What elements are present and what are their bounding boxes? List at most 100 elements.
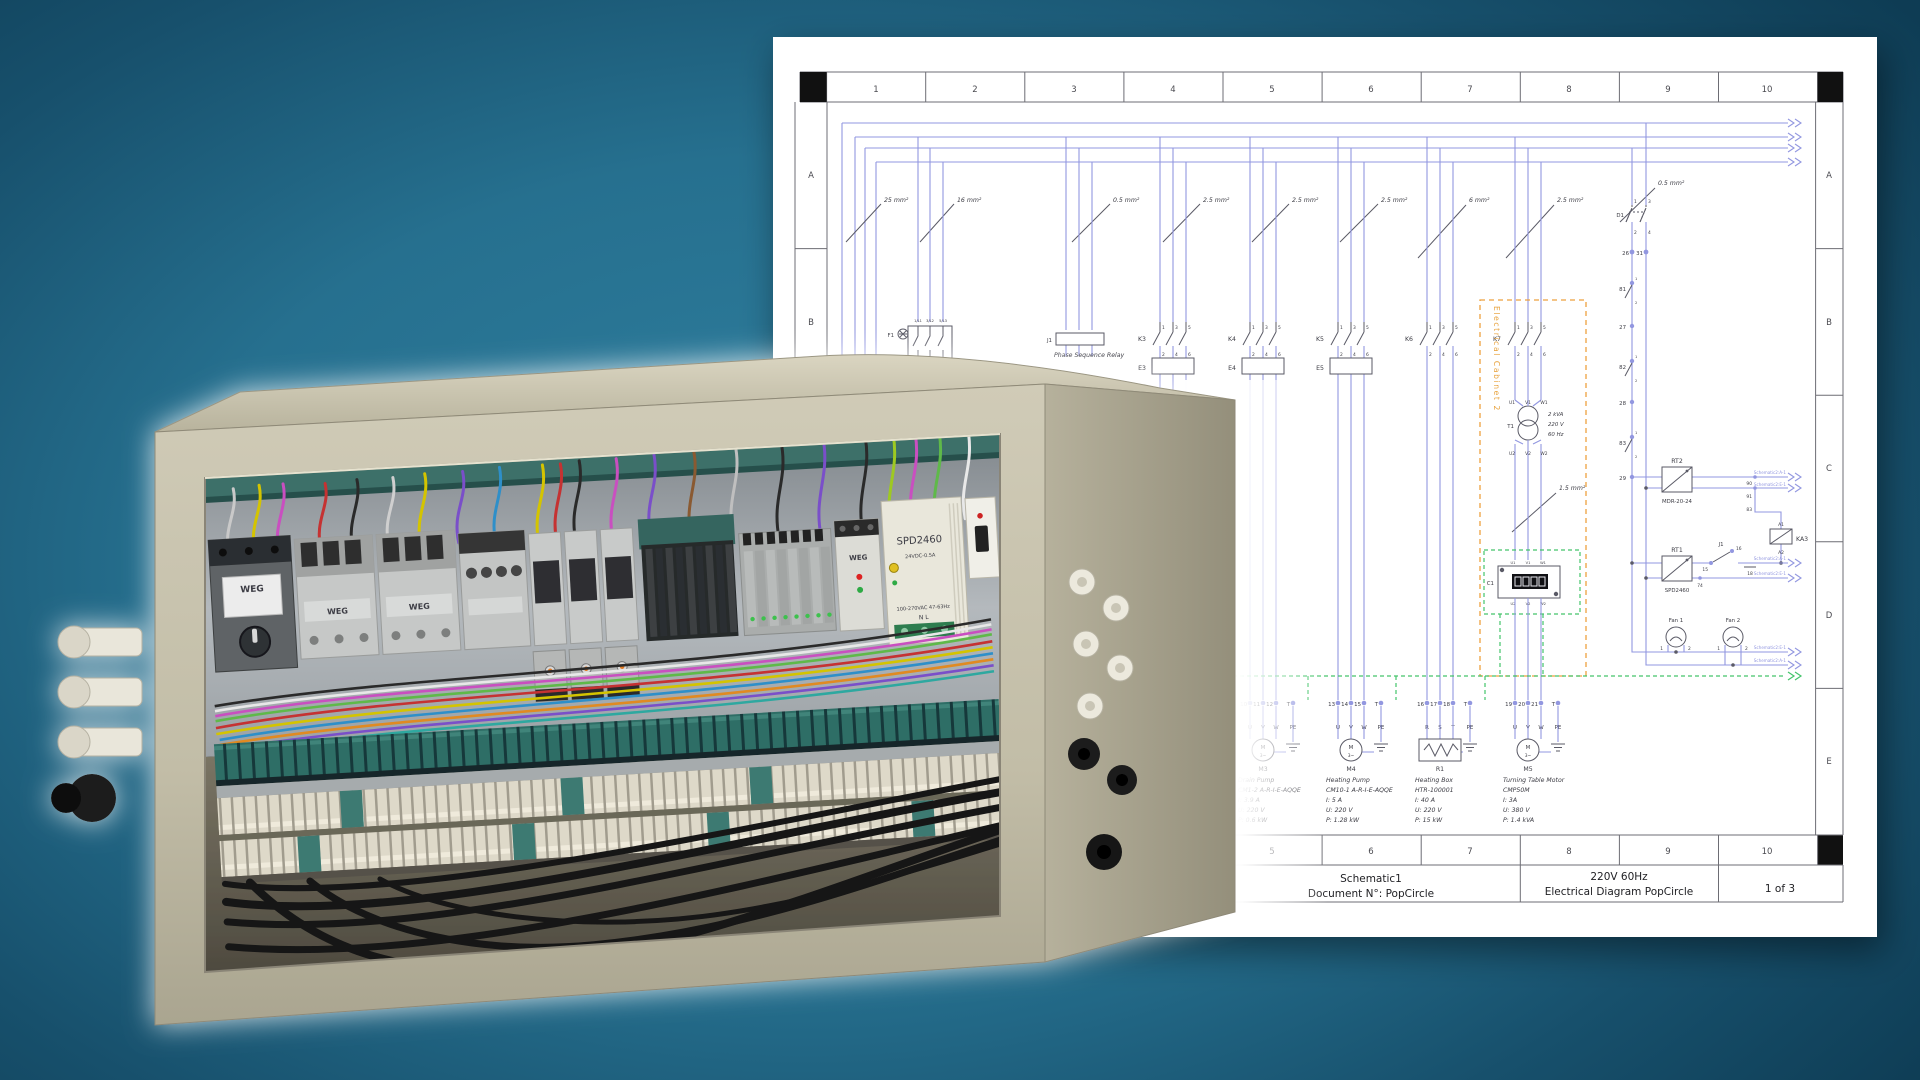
svg-text:10: 10 [1762,85,1773,95]
svg-text:5: 5 [1278,325,1281,331]
svg-text:2: 2 [1635,379,1637,383]
svg-text:I: 40 A: I: 40 A [1415,797,1435,804]
power-rating: 220V 60Hz [1590,871,1648,883]
svg-text:91: 91 [1746,494,1752,500]
svg-text:4: 4 [1170,85,1175,95]
svg-text:9: 9 [1665,847,1670,857]
svg-text:D: D [1826,611,1833,621]
device-contactor-1: WEG [294,535,379,659]
brand-label: WEG [849,553,868,562]
svg-text:60 Hz: 60 Hz [1548,432,1564,438]
device-interface-bank [739,528,837,635]
corner-mark [1818,72,1843,102]
svg-text:2: 2 [1429,352,1432,358]
device-psu: SPD2460 24VDC-0.5A 100-270VAC 47-63Hz N … [881,497,969,645]
svg-text:2: 2 [1635,455,1637,459]
svg-text:3: 3 [1442,325,1445,331]
svg-text:J1: J1 [1717,542,1723,548]
svg-text:16: 16 [1417,702,1424,708]
svg-text:1: 1 [1252,325,1255,331]
svg-text:1/L1: 1/L1 [914,319,922,323]
svg-text:2.5 mm²: 2.5 mm² [1292,197,1319,204]
svg-text:K6: K6 [1405,336,1413,343]
svg-text:M5: M5 [1523,766,1532,773]
svg-text:82: 82 [1619,365,1626,371]
svg-text:Heating Box: Heating Box [1415,776,1453,784]
svg-text:18: 18 [1747,571,1753,577]
svg-text:83: 83 [1619,441,1626,447]
svg-text:7: 7 [1467,847,1472,857]
svg-text:1: 1 [1162,325,1165,331]
svg-text:E5: E5 [1316,365,1324,372]
svg-text:W1: W1 [1540,561,1546,565]
svg-text:26: 26 [1622,251,1629,257]
svg-text:B: B [808,318,814,328]
svg-text:MDR-20-24: MDR-20-24 [1662,499,1693,505]
svg-text:14: 14 [1341,702,1348,708]
cabinet-zone-label: Electrical Cabinet 2 [1492,306,1501,412]
svg-text:3: 3 [1353,325,1356,331]
svg-text:T1: T1 [1506,424,1514,430]
svg-text:P: 15 kW: P: 15 kW [1415,817,1443,824]
svg-text:1: 1 [1717,646,1720,652]
svg-text:2 kVA: 2 kVA [1548,412,1564,418]
svg-text:1: 1 [1429,325,1432,331]
svg-text:3: 3 [1071,85,1076,95]
svg-text:6: 6 [1368,85,1373,95]
svg-text:3: 3 [1175,325,1178,331]
svg-text:3/L2: 3/L2 [926,319,934,323]
svg-text:2: 2 [1162,352,1165,358]
svg-text:3: 3 [1648,199,1651,205]
svg-text:10: 10 [1762,847,1773,857]
brand-label: WEG [240,584,264,595]
svg-text:6: 6 [1188,352,1191,358]
svg-text:2: 2 [1635,301,1637,305]
svg-text:RT2: RT2 [1671,458,1683,465]
svg-text:E: E [1826,757,1831,767]
svg-text:5: 5 [1366,325,1369,331]
svg-text:29: 29 [1619,476,1626,482]
svg-text:V1: V1 [1525,400,1531,406]
brand-label: WEG [327,606,348,616]
svg-text:3~: 3~ [1348,753,1355,759]
svg-text:1: 1 [1660,646,1663,652]
svg-text:1: 1 [1635,431,1637,435]
svg-text:1: 1 [1517,325,1520,331]
svg-text:Schematic2:A-1: Schematic2:A-1 [1754,470,1787,475]
svg-text:M4: M4 [1346,766,1355,773]
svg-text:6: 6 [1543,352,1546,358]
svg-text:9: 9 [1665,85,1670,95]
svg-text:I: 5 A: I: 5 A [1326,797,1342,804]
svg-text:1.5 mm²: 1.5 mm² [1559,485,1586,492]
svg-text:2: 2 [1634,230,1637,236]
svg-text:C1: C1 [1487,581,1494,587]
svg-text:Schematic2:E-1: Schematic2:E-1 [1754,571,1786,576]
svg-text:27: 27 [1619,325,1626,331]
svg-text:4: 4 [1265,352,1268,358]
svg-text:25 mm²: 25 mm² [884,197,909,204]
svg-text:Phase Sequence Relay: Phase Sequence Relay [1054,352,1125,359]
svg-text:16 mm²: 16 mm² [957,197,982,204]
svg-text:R1: R1 [1436,766,1444,773]
cabinet-right-face [1045,384,1235,962]
svg-text:4: 4 [1442,352,1445,358]
device-contactor-2: WEG [376,530,461,654]
svg-text:2.5 mm²: 2.5 mm² [1381,197,1408,204]
svg-text:4: 4 [1648,230,1651,236]
svg-text:C: C [1826,464,1832,474]
svg-text:2.5 mm²: 2.5 mm² [1203,197,1230,204]
svg-text:90: 90 [1746,481,1752,487]
svg-text:SPD2460: SPD2460 [1665,588,1690,594]
svg-text:K3: K3 [1138,336,1146,343]
svg-text:A: A [1826,171,1832,181]
svg-text:2.5 mm²: 2.5 mm² [1557,197,1584,204]
svg-text:Schematic2:E-1: Schematic2:E-1 [1754,482,1786,487]
svg-text:5: 5 [1543,325,1546,331]
svg-text:5/L3: 5/L3 [939,319,947,323]
svg-text:0.5 mm²: 0.5 mm² [1113,197,1140,204]
svg-text:1: 1 [1635,355,1637,359]
svg-text:T: T [1551,702,1556,708]
svg-text:Fan 2: Fan 2 [1726,618,1740,624]
svg-text:M: M [1349,745,1354,751]
svg-text:20: 20 [1518,702,1525,708]
